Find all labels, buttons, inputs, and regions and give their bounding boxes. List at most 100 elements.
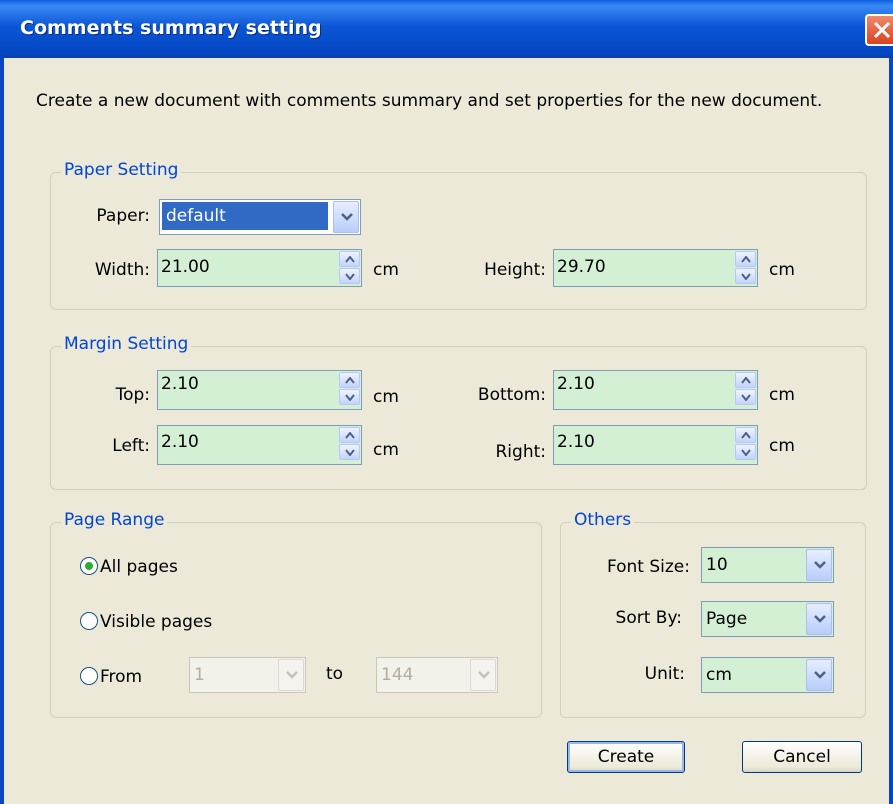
height-spin-up[interactable] [735,251,756,267]
cancel-button[interactable]: Cancel [742,741,862,773]
window-title: Comments summary setting [20,17,322,39]
chevron-down-icon [286,671,298,679]
page-range-legend: Page Range [61,510,168,530]
to-dropdown-button[interactable] [470,659,496,691]
arrow-up-icon [741,432,751,439]
bottom-spin-up[interactable] [735,372,756,388]
left-label: Left: [112,436,150,456]
arrow-down-icon [345,449,355,456]
sort-by-dropdown-button[interactable] [806,603,832,635]
width-unit: cm [373,260,399,280]
width-spin-down[interactable] [339,268,360,284]
others-legend: Others [571,510,635,530]
arrow-up-icon [345,377,355,384]
paper-select-value: default [162,202,328,230]
arrow-up-icon [345,432,355,439]
visible-pages-radio[interactable] [80,612,98,630]
top-value: 2.10 [161,374,199,394]
arrow-down-icon [741,449,751,456]
sort-by-value: Page [706,609,748,629]
paper-select[interactable]: default [159,199,361,235]
from-page-select[interactable]: 1 [189,657,306,693]
to-label: to [326,664,344,684]
close-button[interactable] [865,14,893,46]
create-button[interactable]: Create [567,741,685,773]
left-spin-up[interactable] [339,427,360,443]
from-radio[interactable] [80,667,98,685]
right-value: 2.10 [557,432,595,452]
font-size-select[interactable]: 10 [701,547,834,583]
left-unit: cm [373,440,399,460]
sort-by-label: Sort By: [615,608,682,628]
unit-value: cm [706,665,732,685]
top-unit: cm [373,387,399,407]
from-label[interactable]: From [100,667,142,687]
font-size-value: 10 [706,555,728,575]
unit-select[interactable]: cm [701,657,834,693]
paper-setting-group: Paper Setting [50,160,867,310]
width-spinner[interactable] [339,251,360,285]
from-page-value: 1 [194,665,205,685]
title-bar[interactable]: Comments summary setting [0,0,893,58]
paper-setting-legend: Paper Setting [61,160,182,180]
arrow-down-icon [345,394,355,401]
close-icon [873,21,891,39]
chevron-down-icon [814,561,826,569]
to-page-select[interactable]: 144 [376,657,498,693]
height-label: Height: [484,260,546,280]
bottom-label: Bottom: [477,385,546,405]
margin-setting-group: Margin Setting [50,334,867,490]
bottom-value: 2.10 [557,374,595,394]
bottom-field[interactable]: 2.10 [553,370,758,410]
paper-label: Paper: [96,206,150,226]
bottom-unit: cm [769,385,795,405]
height-unit: cm [769,260,795,280]
all-pages-label[interactable]: All pages [100,557,178,577]
chevron-down-icon [341,213,353,221]
arrow-up-icon [345,256,355,263]
font-size-dropdown-button[interactable] [806,549,832,581]
right-spinner[interactable] [735,427,756,461]
width-value: 21.00 [161,257,210,277]
right-unit: cm [769,436,795,456]
to-page-value: 144 [381,665,414,685]
paper-dropdown-button[interactable] [333,201,359,233]
top-label: Top: [115,385,150,405]
right-spin-up[interactable] [735,427,756,443]
arrow-up-icon [741,256,751,263]
arrow-up-icon [741,377,751,384]
unit-dropdown-button[interactable] [806,659,832,691]
width-field[interactable]: 21.00 [157,249,362,287]
right-field[interactable]: 2.10 [553,425,758,465]
top-spinner[interactable] [339,372,360,406]
chevron-down-icon [478,671,490,679]
right-spin-down[interactable] [735,444,756,460]
top-spin-up[interactable] [339,372,360,388]
width-label: Width: [94,260,150,280]
arrow-down-icon [741,394,751,401]
font-size-label: Font Size: [606,557,690,577]
from-dropdown-button[interactable] [278,659,304,691]
left-field[interactable]: 2.10 [157,425,362,465]
sort-by-select[interactable]: Page [701,601,834,637]
left-value: 2.10 [161,432,199,452]
margin-setting-legend: Margin Setting [61,334,192,354]
height-spinner[interactable] [735,251,756,285]
bottom-spin-down[interactable] [735,389,756,405]
height-field[interactable]: 29.70 [553,249,758,287]
radio-selected-dot [85,562,93,570]
left-spin-down[interactable] [339,444,360,460]
top-field[interactable]: 2.10 [157,370,362,410]
top-spin-down[interactable] [339,389,360,405]
left-spinner[interactable] [339,427,360,461]
arrow-down-icon [741,273,751,280]
bottom-spinner[interactable] [735,372,756,406]
width-spin-up[interactable] [339,251,360,267]
height-spin-down[interactable] [735,268,756,284]
all-pages-radio[interactable] [80,557,98,575]
visible-pages-label[interactable]: Visible pages [100,612,212,632]
unit-label: Unit: [644,664,685,684]
description-text: Create a new document with comments summ… [36,91,823,111]
right-label: Right: [495,442,547,462]
arrow-down-icon [345,273,355,280]
